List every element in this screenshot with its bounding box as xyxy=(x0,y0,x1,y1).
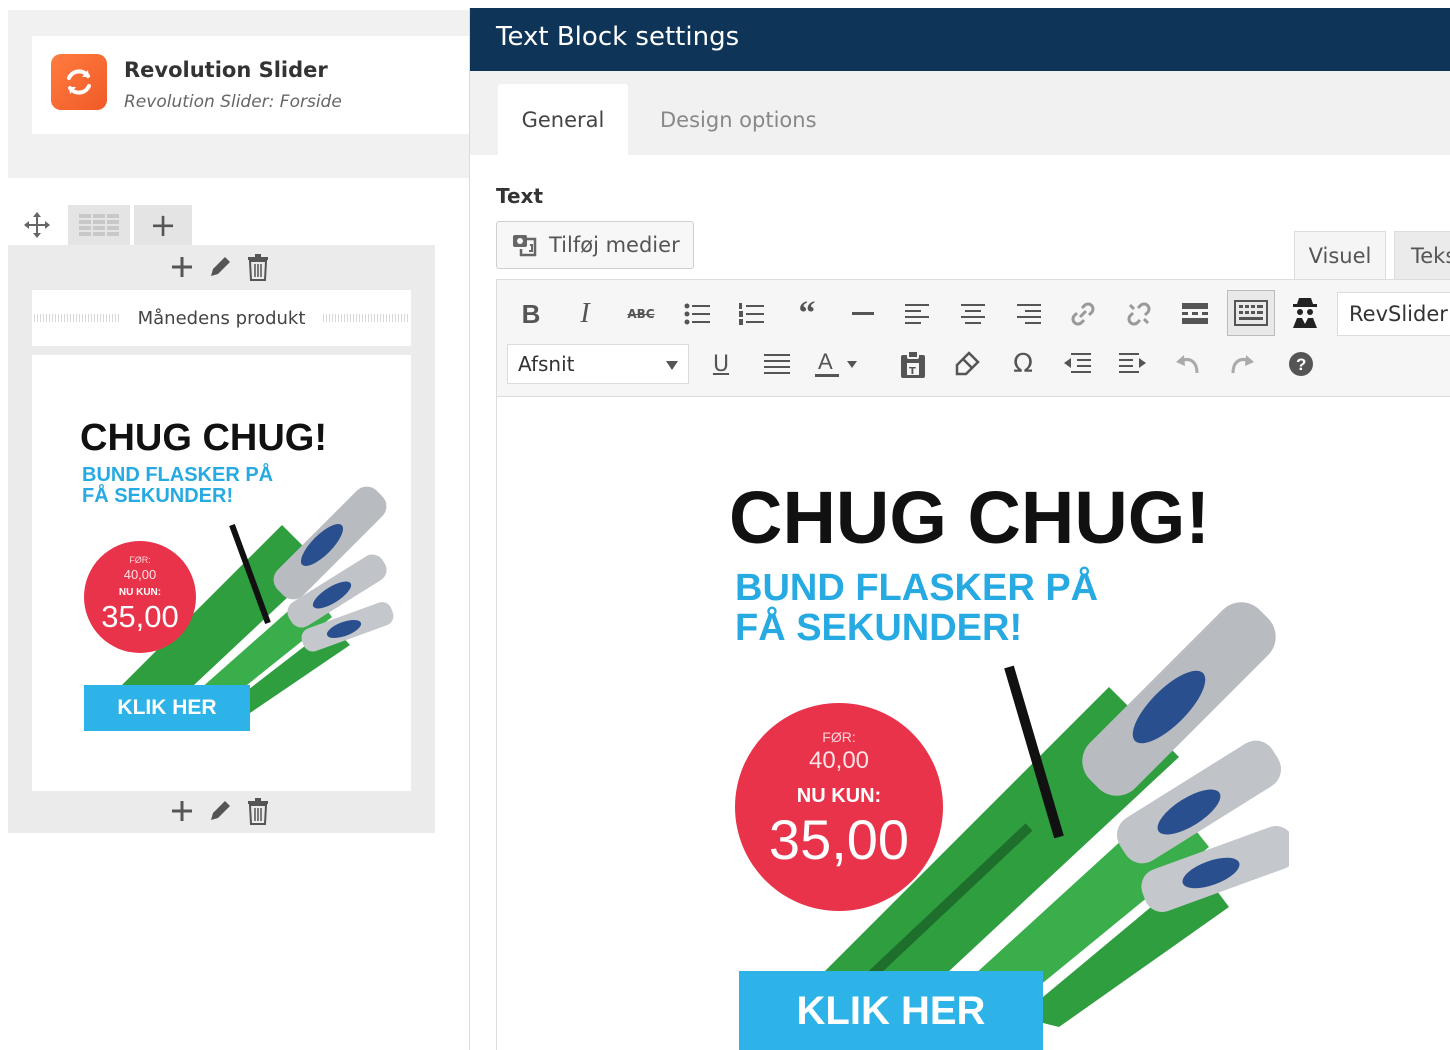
price-badge: FØR: 40,00 NU KUN: 35,00 xyxy=(84,541,196,653)
undo-icon[interactable] xyxy=(1167,344,1207,384)
add-element-icon[interactable] xyxy=(168,796,196,826)
link-icon[interactable] xyxy=(1063,294,1103,334)
settings-tabs: General Design options xyxy=(470,71,1450,155)
horizontal-rule-icon[interactable] xyxy=(843,294,883,334)
outdent-icon[interactable] xyxy=(1057,344,1097,384)
paragraph-format-select[interactable]: Afsnit xyxy=(507,344,689,384)
promo-subtitle-line2: FÅ SEKUNDER! xyxy=(735,606,1023,649)
promo-image: CHUG CHUG! BUND FLASKER PÅ FÅ SEKUNDER! … xyxy=(729,467,1289,1050)
column-tools-top xyxy=(168,249,278,285)
heading-label: Månedens produkt xyxy=(137,307,306,329)
edit-pencil-icon[interactable] xyxy=(206,796,234,826)
help-icon[interactable]: ? xyxy=(1281,344,1321,384)
separator-dots xyxy=(323,314,410,322)
numbered-list-icon[interactable] xyxy=(731,294,771,334)
indent-icon[interactable] xyxy=(1113,344,1153,384)
paragraph-format-value: Afsnit xyxy=(518,352,575,376)
promo-subtitle-line1: BUND FLASKER PÅ xyxy=(735,567,1099,609)
price-badge: FØR: 40,00 NU KUN: 35,00 xyxy=(735,703,943,911)
toolbar-toggle-icon[interactable] xyxy=(1227,290,1275,336)
editor-toolbar: B I ABC “ RevSlider Afsnit U A T Ω ? xyxy=(496,279,1450,397)
italic-icon[interactable]: I xyxy=(565,294,605,334)
chevron-down-icon xyxy=(666,361,678,370)
separator-dots xyxy=(33,314,120,322)
editor-tab-visual[interactable]: Visuel xyxy=(1294,231,1386,280)
editor-tab-text[interactable]: Tekst xyxy=(1394,231,1450,280)
trash-icon[interactable] xyxy=(244,796,272,826)
cta-button[interactable]: KLIK HER xyxy=(739,971,1043,1050)
bullet-list-icon[interactable] xyxy=(677,294,717,334)
column-controls: + xyxy=(8,205,198,245)
bold-icon[interactable]: B xyxy=(511,294,551,334)
current-price: 35,00 xyxy=(101,599,179,634)
revslider-row: Revolution Slider Revolution Slider: For… xyxy=(8,10,469,178)
add-media-button[interactable]: Tilføj medier xyxy=(496,221,694,269)
current-price: 35,00 xyxy=(768,808,910,871)
promo-title: CHUG CHUG! xyxy=(80,417,327,459)
align-left-icon[interactable] xyxy=(897,294,937,334)
revslider-shortcode-select[interactable]: RevSlider xyxy=(1337,292,1450,336)
promo-subtitle-line2: FÅ SEKUNDER! xyxy=(82,485,234,507)
strikethrough-icon[interactable]: ABC xyxy=(621,294,661,334)
text-color-icon[interactable]: A xyxy=(811,344,867,384)
read-more-icon[interactable] xyxy=(1175,294,1215,334)
edit-pencil-icon[interactable] xyxy=(206,252,234,282)
revslider-element[interactable]: Revolution Slider Revolution Slider: For… xyxy=(32,36,469,134)
justify-icon[interactable] xyxy=(757,344,797,384)
add-media-icon xyxy=(513,235,537,257)
text-field-label: Text xyxy=(496,184,544,208)
shortcode-icon[interactable] xyxy=(1285,292,1325,332)
unlink-icon[interactable] xyxy=(1119,294,1159,334)
align-center-icon[interactable] xyxy=(953,294,993,334)
trash-icon[interactable] xyxy=(244,252,272,282)
promo-title: CHUG CHUG! xyxy=(729,476,1210,559)
align-right-icon[interactable] xyxy=(1009,294,1049,334)
column-layout-icon[interactable] xyxy=(68,205,130,245)
clear-format-icon[interactable] xyxy=(947,344,987,384)
paste-text-icon[interactable]: T xyxy=(893,344,933,384)
blockquote-icon[interactable]: “ xyxy=(787,294,827,334)
svg-text:T: T xyxy=(909,366,916,377)
move-icon[interactable] xyxy=(8,205,66,245)
text-block-preview[interactable]: CHUG CHUG! BUND FLASKER PÅ FÅ SEKUNDER! … xyxy=(32,355,411,791)
panel-header: Text Block settings xyxy=(470,8,1450,71)
editor-content-area[interactable]: CHUG CHUG! BUND FLASKER PÅ FÅ SEKUNDER! … xyxy=(496,397,1450,1050)
promo-subtitle: BUND FLASKER PÅ FÅ SEKUNDER! xyxy=(82,465,273,507)
old-price: 40,00 xyxy=(123,567,157,582)
panel-title: Text Block settings xyxy=(496,22,740,52)
revslider-title: Revolution Slider xyxy=(124,58,328,82)
settings-panel: Text Block settings General Design optio… xyxy=(469,8,1450,1050)
revslider-logo-icon xyxy=(51,54,107,110)
svg-text:A: A xyxy=(818,349,833,374)
add-element-icon[interactable] xyxy=(168,252,196,282)
page-builder-pane: Revolution Slider Revolution Slider: For… xyxy=(0,0,469,1050)
now-label: NU KUN: xyxy=(118,587,162,598)
promo-thumbnail: CHUG CHUG! BUND FLASKER PÅ FÅ SEKUNDER! … xyxy=(32,355,411,791)
before-label: FØR: xyxy=(822,729,856,745)
promo-subtitle-line1: BUND FLASKER PÅ xyxy=(82,464,274,486)
now-label: NU KUN: xyxy=(796,785,882,807)
old-price: 40,00 xyxy=(808,747,870,774)
special-char-icon[interactable]: Ω xyxy=(1003,344,1043,384)
cta-button[interactable]: KLIK HER xyxy=(84,685,250,731)
add-column-icon[interactable]: + xyxy=(134,205,192,245)
column-tools-bottom xyxy=(168,793,278,829)
revslider-subtitle: Revolution Slider: Forside xyxy=(124,92,342,112)
redo-icon[interactable] xyxy=(1223,344,1263,384)
tab-design-options[interactable]: Design options xyxy=(660,84,817,155)
promo-subtitle: BUND FLASKER PÅ FÅ SEKUNDER! xyxy=(735,567,1099,649)
before-label: FØR: xyxy=(129,555,151,565)
column-container: Månedens produkt CHUG CHUG! BUND FLASKER… xyxy=(8,245,435,833)
underline-icon[interactable]: U xyxy=(701,344,741,384)
tab-general[interactable]: General xyxy=(498,84,628,155)
heading-element[interactable]: Månedens produkt xyxy=(32,290,411,346)
svg-text:?: ? xyxy=(1296,355,1306,374)
add-media-label: Tilføj medier xyxy=(549,233,680,257)
